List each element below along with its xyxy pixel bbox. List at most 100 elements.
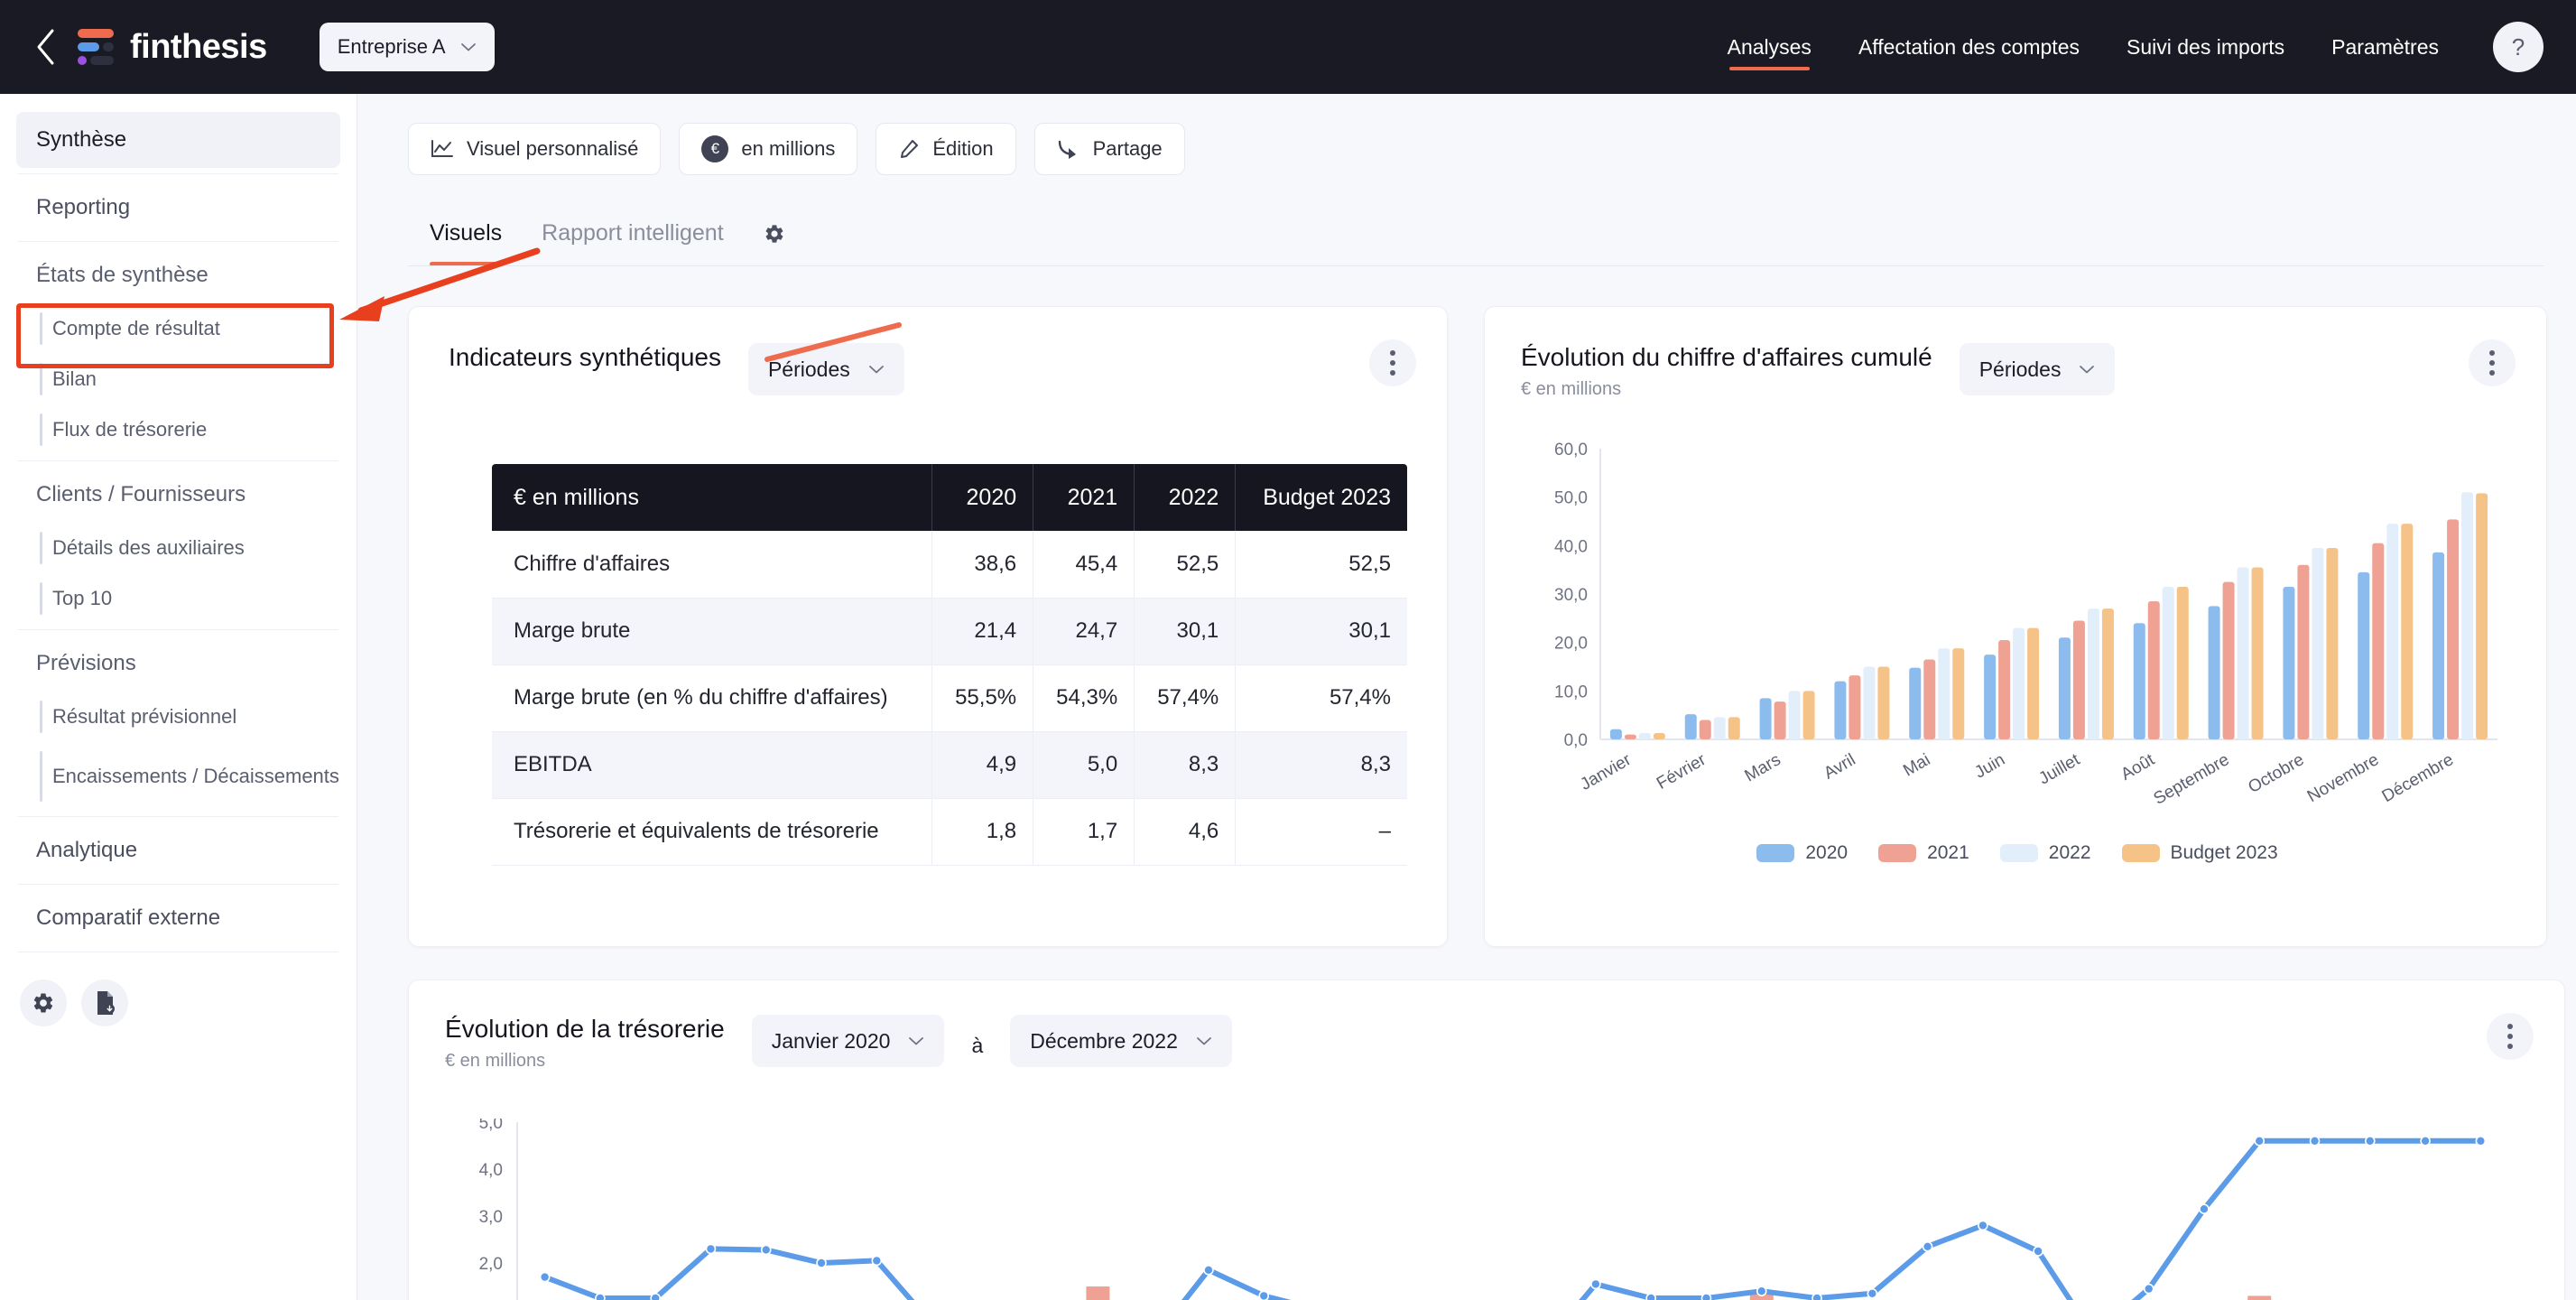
cell-value: 30,1 (1235, 598, 1407, 665)
nav-item-affectation-des-comptes[interactable]: Affectation des comptes (1858, 0, 2080, 94)
table-row: EBITDA 4,9 5,0 8,3 8,3 (492, 731, 1407, 799)
brand-name: finthesis (130, 27, 267, 66)
nav-item-suivi-des-imports[interactable]: Suivi des imports (2127, 0, 2284, 94)
nav-item-analyses[interactable]: Analyses (1728, 0, 1812, 94)
indicators-table: € en millions 2020 2021 2022 Budget 2023… (492, 464, 1407, 866)
row-label: Marge brute (en % du chiffre d'affaires) (492, 664, 933, 732)
cell-value: 8,3 (1235, 731, 1407, 799)
nav-item-parametres[interactable]: Paramètres (2331, 0, 2439, 94)
custom-visual-label: Visuel personnalisé (467, 137, 639, 160)
svg-text:50,0: 50,0 (1554, 489, 1588, 508)
sidebar-item-bilan[interactable]: Bilan (0, 354, 357, 404)
sidebar-footer-icons (0, 958, 357, 1026)
periode-select-label: Périodes (1978, 357, 2062, 381)
edition-label: Édition (932, 137, 994, 160)
sidebar-group-previsions: Prévisions (36, 651, 136, 675)
card-header: Évolution de la trésorerie € en millions… (445, 1015, 2528, 1072)
sidebar-item-flux-de-tresorerie[interactable]: Flux de trésorerie (0, 404, 357, 455)
card-menu-button[interactable] (1369, 339, 1416, 386)
sidebar-item-resultat-previsionnel[interactable]: Résultat prévisionnel (0, 692, 357, 742)
units-button[interactable]: € en millions (679, 123, 858, 175)
to-period-label: Décembre 2022 (1030, 1028, 1178, 1053)
card-menu-button[interactable] (2469, 339, 2516, 386)
periode-select-ca[interactable]: Périodes (1959, 343, 2116, 395)
sidebar-item-comparatif-externe[interactable]: Comparatif externe (0, 890, 357, 946)
periode-select-label: Périodes (767, 357, 850, 381)
legend-label: 2022 (2048, 842, 2091, 863)
card-title: Indicateurs synthétiques (449, 343, 721, 371)
svg-text:Juin: Juin (1971, 750, 2008, 783)
back-button[interactable] (20, 28, 72, 66)
sidebar-item-top-10[interactable]: Top 10 (0, 573, 357, 624)
pencil-icon (898, 138, 920, 160)
svg-text:2,0: 2,0 (479, 1255, 503, 1274)
line-chart-icon (431, 139, 454, 159)
cell-value: 4,6 (1134, 798, 1237, 866)
top-bar: finthesis Entreprise A Analyses Affectat… (0, 0, 2576, 94)
chevron-left-icon (34, 28, 58, 66)
th-budget-2023: Budget 2023 (1235, 464, 1407, 531)
sidebar-divider-3 (18, 460, 338, 461)
card-title: Évolution de la trésorerie (445, 1015, 725, 1043)
from-period-select[interactable]: Janvier 2020 (751, 1015, 945, 1067)
document-download-icon (94, 991, 116, 1015)
sidebar-item-details-des-auxiliaires[interactable]: Détails des auxiliaires (0, 523, 357, 573)
gear-icon (764, 223, 785, 245)
edition-button[interactable]: Édition (876, 123, 1016, 175)
custom-visual-button[interactable]: Visuel personnalisé (408, 123, 662, 175)
periode-select-indicateurs[interactable]: Périodes (747, 343, 904, 395)
legend-item-budget-2023[interactable]: Budget 2023 (2121, 842, 2278, 864)
sidebar-item-encaissements-decaissements[interactable]: Encaissements / Décaissements (0, 742, 357, 811)
help-button[interactable]: ? (2493, 22, 2544, 72)
sidebar-item-synthese[interactable]: Synthèse (16, 112, 340, 168)
sidebar-divider-1 (18, 173, 338, 174)
sidebar-group-etats-de-synthese: États de synthèse (36, 263, 208, 287)
legend-label: 2021 (1927, 842, 1969, 863)
legend-item-2021[interactable]: 2021 (1878, 842, 1969, 864)
legend-item-2022[interactable]: 2022 (1999, 842, 2091, 864)
table-row: Marge brute (en % du chiffre d'affaires)… (492, 664, 1407, 732)
line-chart-area: 1,02,03,04,05,0 (445, 1119, 2528, 1300)
svg-text:Novembre: Novembre (2304, 750, 2382, 806)
tab-visuels[interactable]: Visuels (430, 220, 503, 266)
cell-value: 52,5 (1134, 531, 1237, 599)
legend-swatch (2121, 844, 2160, 862)
th-2022: 2022 (1134, 464, 1237, 531)
tab-rapport-intelligent[interactable]: Rapport intelligent (542, 220, 724, 266)
cell-value: 1,7 (1033, 798, 1135, 866)
th-2021: 2021 (1033, 464, 1135, 531)
sidebar-group-clients-fournisseurs: Clients / Fournisseurs (36, 482, 246, 506)
chevron-down-icon (460, 42, 477, 52)
legend-item-2020[interactable]: 2020 (1756, 842, 1848, 864)
range-separator-label: à (971, 1034, 984, 1057)
partage-label: Partage (1092, 137, 1163, 160)
svg-text:3,0: 3,0 (479, 1208, 503, 1227)
company-selector-label: Entreprise A (337, 35, 446, 58)
sidebar-item-analytique[interactable]: Analytique (0, 822, 357, 878)
card-evolution-tresorerie: Évolution de la trésorerie € en millions… (408, 980, 2565, 1300)
brand-logo[interactable]: finthesis (78, 28, 267, 67)
card-menu-button[interactable] (2487, 1013, 2534, 1060)
cell-value: 38,6 (931, 531, 1034, 599)
legend-swatch (1878, 844, 1917, 862)
sidebar-item-compte-de-resultat[interactable]: Compte de résultat (0, 303, 357, 354)
card-subtitle: € en millions (445, 1051, 546, 1071)
svg-text:40,0: 40,0 (1554, 537, 1588, 556)
svg-text:Juillet: Juillet (2035, 750, 2083, 789)
units-label: en millions (741, 137, 836, 160)
row-label: Chiffre d'affaires (492, 531, 933, 599)
company-selector[interactable]: Entreprise A (319, 23, 495, 71)
sidebar-item-reporting[interactable]: Reporting (0, 180, 357, 236)
to-period-select[interactable]: Décembre 2022 (1010, 1015, 1232, 1067)
export-document-button[interactable] (81, 980, 128, 1026)
cell-value: 57,4% (1235, 664, 1407, 732)
svg-text:Mai: Mai (1900, 750, 1933, 780)
svg-text:4,0: 4,0 (479, 1161, 503, 1180)
table-row: Marge brute 21,4 24,7 30,1 30,1 (492, 598, 1407, 665)
cell-value: 8,3 (1134, 731, 1237, 799)
settings-button[interactable] (20, 980, 67, 1026)
tab-settings-button[interactable] (764, 223, 785, 265)
partage-button[interactable]: Partage (1033, 123, 1185, 175)
row-label: EBITDA (492, 731, 933, 799)
euro-circle-icon: € (701, 135, 729, 162)
